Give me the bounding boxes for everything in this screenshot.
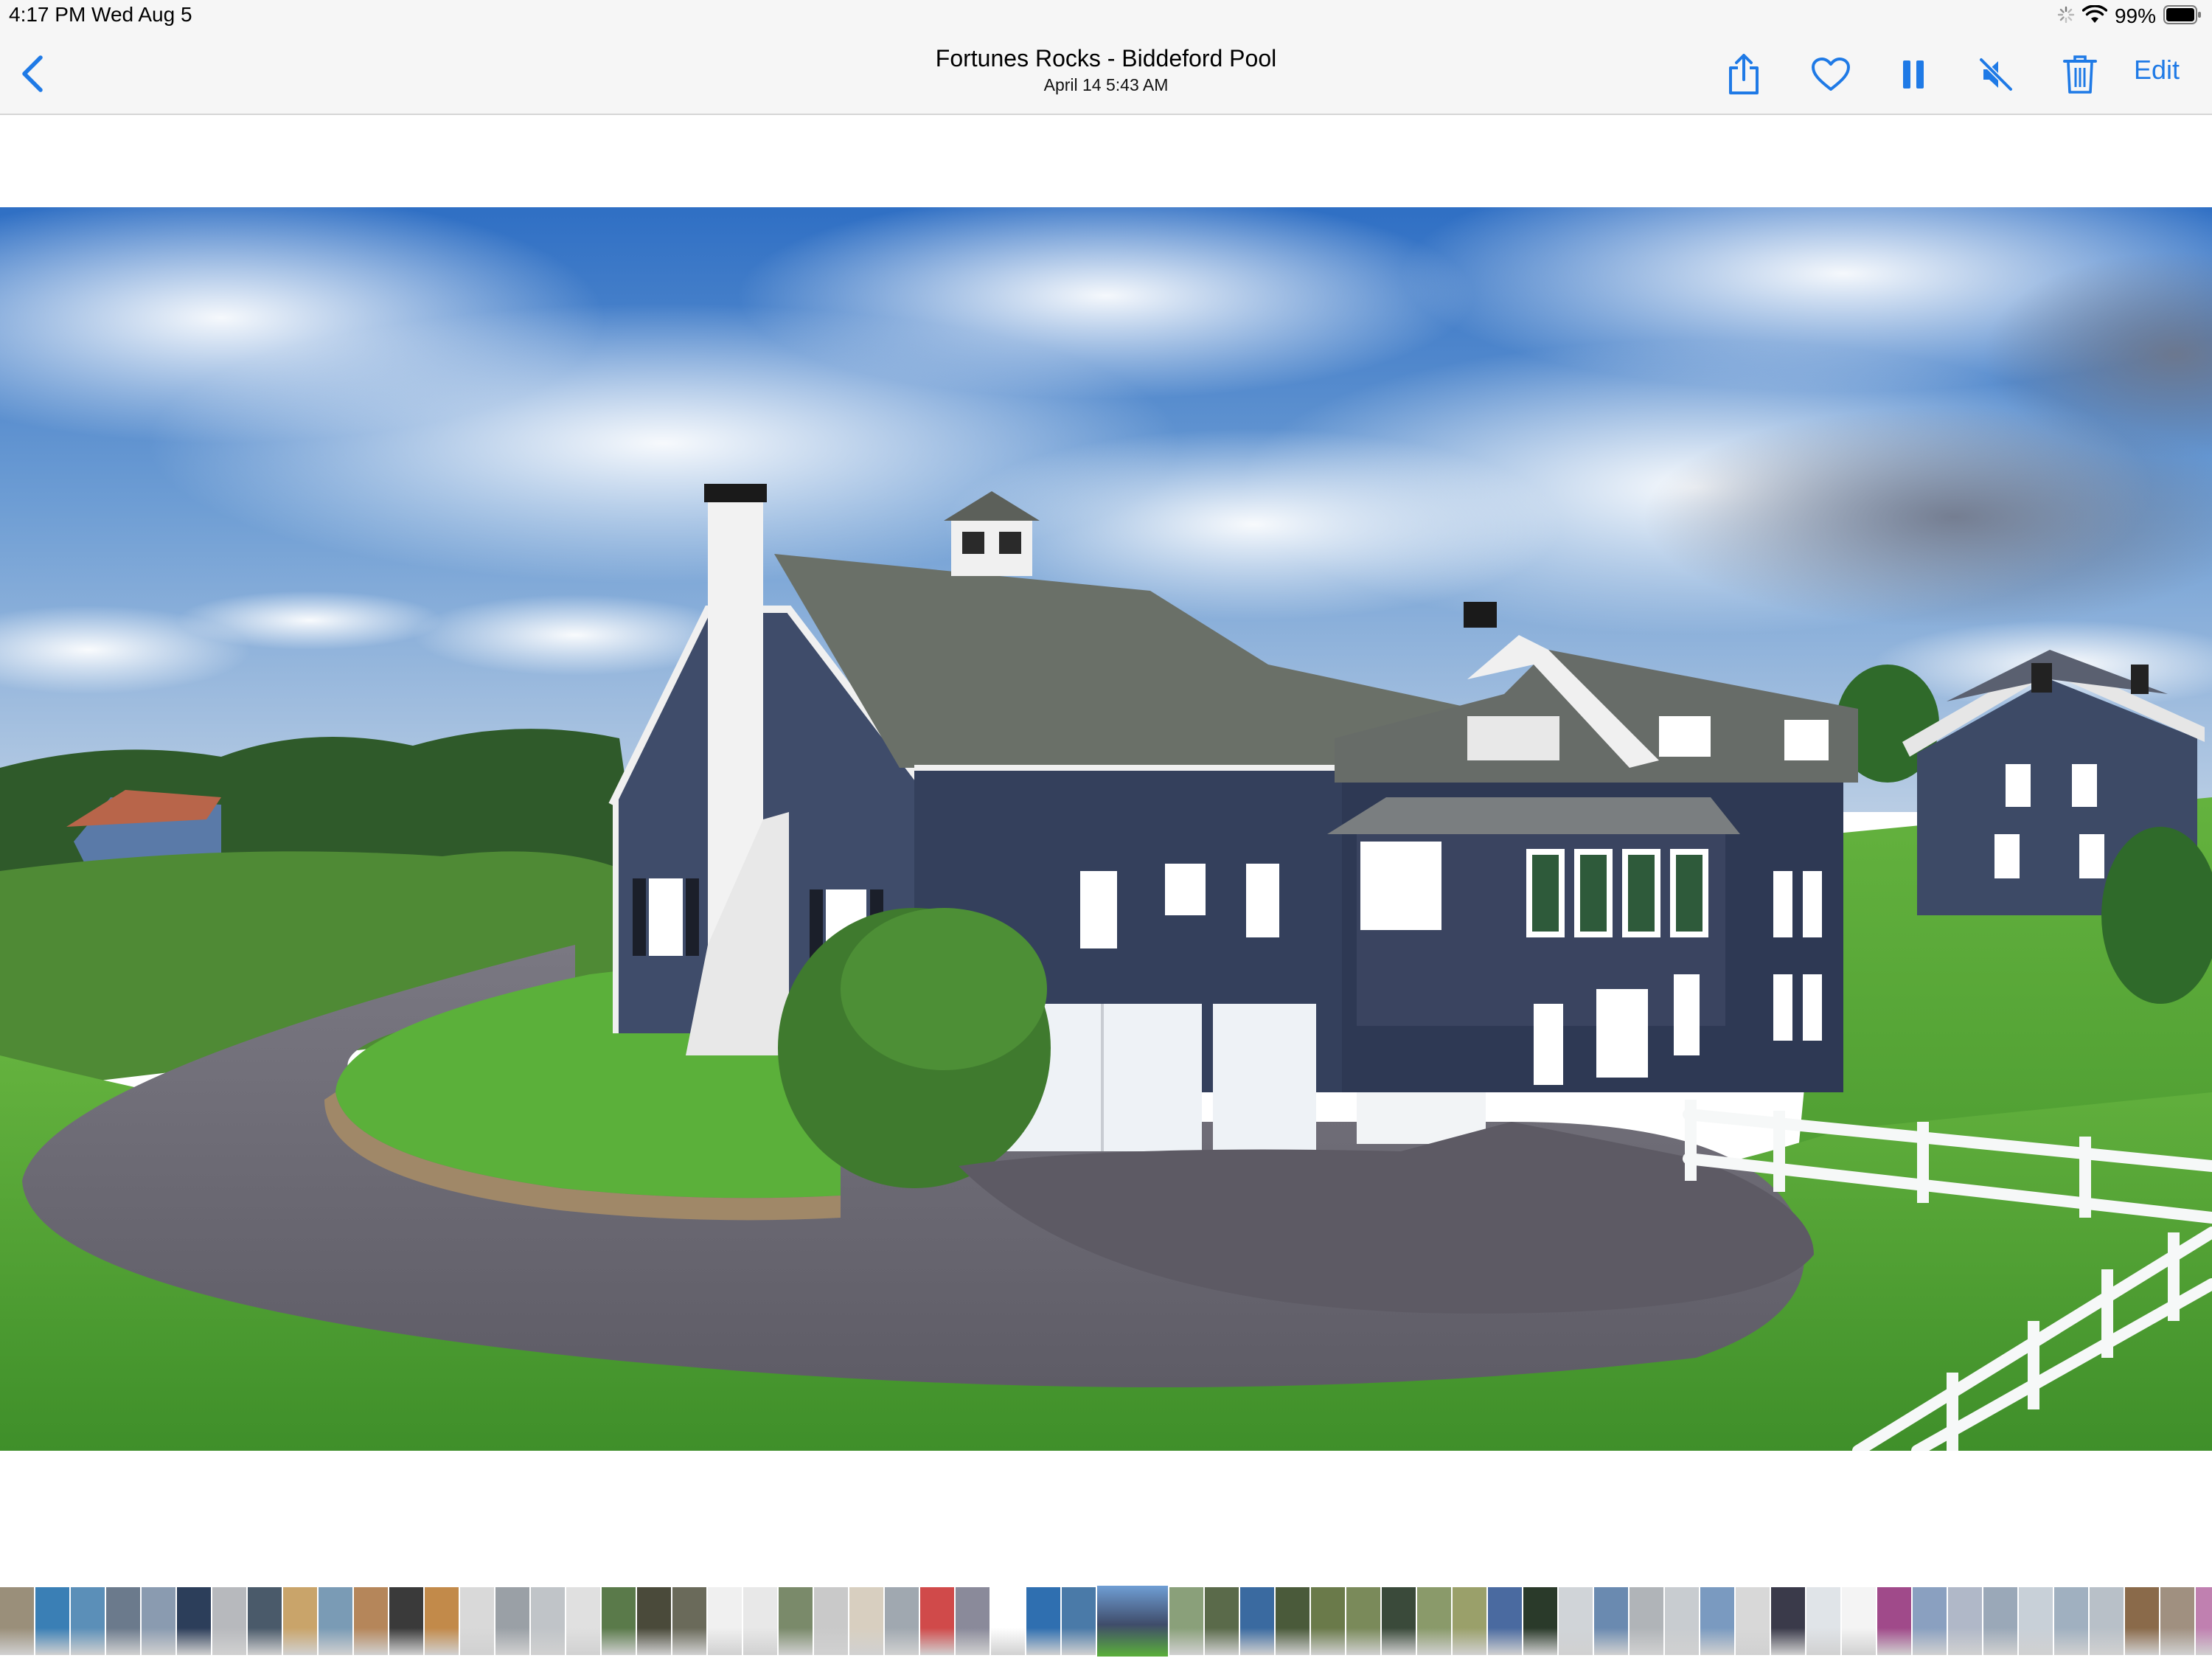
thumbnail[interactable] (1559, 1587, 1593, 1655)
thumbnail-current[interactable] (1097, 1586, 1168, 1657)
house-photo (0, 207, 2212, 1451)
thumbnail[interactable] (283, 1587, 317, 1655)
thumbnail[interactable] (71, 1587, 105, 1655)
thumbnail[interactable] (1913, 1587, 1947, 1655)
battery-icon (2163, 4, 2202, 28)
trash-icon (2063, 55, 2097, 94)
thumbnail[interactable] (460, 1587, 494, 1655)
thumbnail[interactable] (35, 1587, 69, 1655)
photo-title: Fortunes Rocks - Biddeford Pool (935, 45, 1277, 72)
thumbnail[interactable] (1026, 1587, 1060, 1655)
thumbnail[interactable] (1842, 1587, 1876, 1655)
thumbnail[interactable] (425, 1587, 459, 1655)
share-button[interactable] (1718, 49, 1770, 100)
thumbnail[interactable] (1700, 1587, 1734, 1655)
thumbnail[interactable] (920, 1587, 954, 1655)
pause-button[interactable] (1888, 49, 1939, 100)
thumbnail[interactable] (1983, 1587, 2017, 1655)
thumbnail[interactable] (991, 1587, 1025, 1655)
activity-spinner-icon (2057, 6, 2075, 27)
thumbnail[interactable] (1877, 1587, 1911, 1655)
thumbnail[interactable] (1311, 1587, 1345, 1655)
thumbnail[interactable] (1276, 1587, 1310, 1655)
thumbnail[interactable] (672, 1587, 706, 1655)
thumbnail[interactable] (956, 1587, 990, 1655)
thumbnail[interactable] (2090, 1587, 2124, 1655)
mute-button[interactable] (1970, 49, 2022, 100)
status-bar: 4:17 PM Wed Aug 5 99% (0, 0, 2212, 32)
thumbnail[interactable] (2196, 1587, 2212, 1655)
delete-button[interactable] (2054, 49, 2106, 100)
thumbnail[interactable] (142, 1587, 175, 1655)
thumbnail[interactable] (106, 1587, 140, 1655)
thumbnail[interactable] (1169, 1587, 1203, 1655)
thumbnail[interactable] (1417, 1587, 1451, 1655)
photos-app-screen: 4:17 PM Wed Aug 5 99% Fortunes Rocks - B… (0, 0, 2212, 1658)
thumbnail[interactable] (637, 1587, 671, 1655)
thumbnail[interactable] (1382, 1587, 1416, 1655)
photo-date: April 14 5:43 AM (1043, 75, 1169, 94)
thumbnail[interactable] (814, 1587, 848, 1655)
thumbnail[interactable] (779, 1587, 813, 1655)
thumbnail[interactable] (248, 1587, 282, 1655)
back-button[interactable] (10, 52, 55, 96)
edit-button[interactable]: Edit (2134, 55, 2180, 86)
thumbnail[interactable] (389, 1587, 423, 1655)
wifi-icon (2081, 4, 2108, 28)
thumbnail[interactable] (885, 1587, 919, 1655)
thumbnail[interactable] (1948, 1587, 1982, 1655)
thumbnail[interactable] (177, 1587, 211, 1655)
thumbnail[interactable] (1806, 1587, 1840, 1655)
share-icon (1729, 54, 1759, 94)
status-indicators: 99% (2057, 3, 2202, 30)
thumbnail[interactable] (319, 1587, 352, 1655)
pause-icon (1903, 60, 1924, 89)
thumbnail[interactable] (354, 1587, 388, 1655)
thumbnail[interactable] (602, 1587, 636, 1655)
battery-percent: 99% (2114, 4, 2156, 27)
thumbnail[interactable] (495, 1587, 529, 1655)
photo-view[interactable] (0, 207, 2212, 1451)
heart-icon (1812, 58, 1850, 91)
chevron-left-icon (22, 55, 43, 92)
thumbnail[interactable] (1062, 1587, 1096, 1655)
thumbnail[interactable] (531, 1587, 565, 1655)
status-time: 4:17 PM Wed Aug 5 (9, 3, 192, 26)
thumbnail[interactable] (1205, 1587, 1239, 1655)
thumbnail[interactable] (1665, 1587, 1699, 1655)
photo-title-block: Fortunes Rocks - Biddeford Pool April 14… (737, 43, 1475, 96)
thumbnail[interactable] (2160, 1587, 2194, 1655)
thumbnail[interactable] (1346, 1587, 1380, 1655)
thumbnail[interactable] (2019, 1587, 2053, 1655)
thumbnail[interactable] (1453, 1587, 1486, 1655)
thumbnail[interactable] (1594, 1587, 1628, 1655)
thumbnail[interactable] (2054, 1587, 2088, 1655)
thumbnail[interactable] (1523, 1587, 1557, 1655)
thumbnail[interactable] (566, 1587, 600, 1655)
thumbnail[interactable] (212, 1587, 246, 1655)
thumbnail[interactable] (849, 1587, 883, 1655)
thumbnail[interactable] (1630, 1587, 1663, 1655)
thumbnail[interactable] (2125, 1587, 2159, 1655)
favorite-button[interactable] (1805, 49, 1857, 100)
thumbnail-filmstrip[interactable] (0, 1586, 2212, 1657)
thumbnail[interactable] (743, 1587, 777, 1655)
thumbnail[interactable] (1488, 1587, 1522, 1655)
thumbnail[interactable] (708, 1587, 742, 1655)
thumbnail[interactable] (1771, 1587, 1805, 1655)
navigation-bar: Fortunes Rocks - Biddeford Pool April 14… (0, 32, 2212, 115)
thumbnail[interactable] (1736, 1587, 1770, 1655)
thumbnail[interactable] (1240, 1587, 1274, 1655)
speaker-muted-icon (1978, 57, 2014, 92)
thumbnail[interactable] (0, 1587, 34, 1655)
